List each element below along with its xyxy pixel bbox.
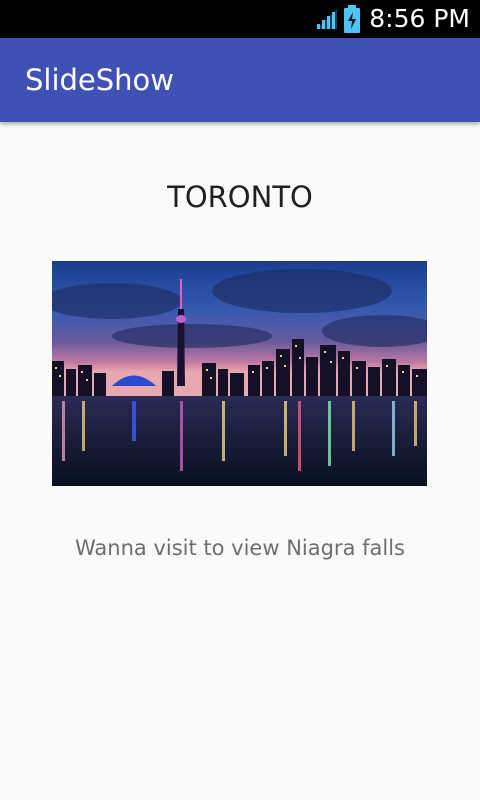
battery-charging-icon (344, 5, 361, 33)
status-bar: 8:56 PM (0, 0, 480, 38)
status-icons (315, 5, 361, 33)
status-time: 8:56 PM (369, 4, 470, 33)
slide-content: TORONTO Wanna visit to view Niagra falls (0, 122, 480, 800)
app-bar: SlideShow (0, 38, 480, 122)
toronto-skyline-image[interactable] (52, 261, 427, 486)
slide-title: TORONTO (167, 180, 313, 214)
app-title: SlideShow (25, 63, 175, 97)
signal-icon (317, 9, 338, 29)
slide-caption: Wanna visit to view Niagra falls (75, 536, 405, 560)
